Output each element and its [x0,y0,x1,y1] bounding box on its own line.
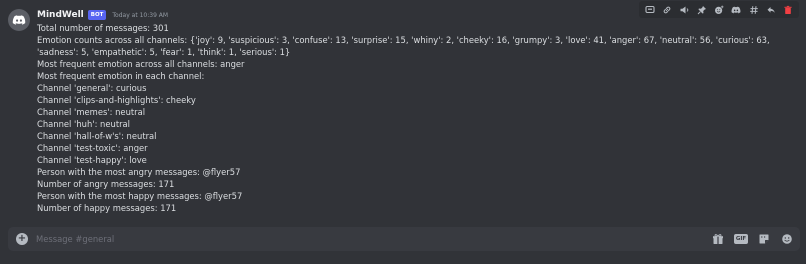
message-header: MindWell BOT Today at 10:39 AM [37,7,168,23]
message-actions-toolbar [639,1,799,18]
delete-icon[interactable] [781,3,795,17]
bot-message: MindWell BOT Today at 10:39 AM Total num… [0,0,806,222]
message-input[interactable] [36,230,686,248]
gift-icon[interactable] [711,232,725,246]
discord-icon[interactable] [729,3,743,17]
message-line: Number of happy messages: 171 [37,203,177,213]
link-icon[interactable] [660,3,674,17]
message-line: Total number of messages: 301 [37,23,169,33]
message-content: Total number of messages: 301 Emotion co… [37,22,799,214]
hashtag-icon[interactable] [747,3,761,17]
message-line: Number of angry messages: 171 [37,179,175,189]
author-name[interactable]: MindWell [37,10,84,20]
gif-label: GIF [733,234,749,244]
avatar[interactable] [8,9,30,31]
composer-actions: GIF [711,232,794,246]
discord-logo-icon [12,15,26,25]
timestamp: Today at 10:39 AM [112,11,169,19]
message-line: Channel 'test-happy': love [37,155,147,165]
message-line: Channel 'general': curious [37,83,147,93]
message-line: Most frequent emotion across all channel… [37,59,245,69]
message-line: Emotion counts across all channels: {'jo… [37,35,770,57]
message-line: Person with the most angry messages: @fl… [37,167,241,177]
upload-plus-button[interactable]: + [16,233,28,245]
bot-badge: BOT [87,10,107,20]
reply-thread-icon[interactable] [643,3,657,17]
message-line: Channel 'huh': neutral [37,119,131,129]
message-line: Channel 'clips-and-highlights': cheeky [37,95,196,105]
pin-icon[interactable] [695,3,709,17]
message-composer: + GIF [8,227,800,251]
message-line: Channel 'hall-of-w's': neutral [37,131,157,141]
plus-icon: + [17,233,27,244]
emoji-icon[interactable] [780,232,794,246]
gif-icon[interactable]: GIF [733,232,749,246]
reply-icon[interactable] [764,3,778,17]
speaker-icon[interactable] [677,3,691,17]
add-reaction-icon[interactable] [712,3,726,17]
message-line: Person with the most happy messages: @fl… [37,191,243,201]
sticker-icon[interactable] [757,232,771,246]
message-line: Channel 'memes': neutral [37,107,146,117]
message-line: Channel 'test-toxic': anger [37,143,148,153]
message-line: Most frequent emotion in each channel: [37,71,205,81]
